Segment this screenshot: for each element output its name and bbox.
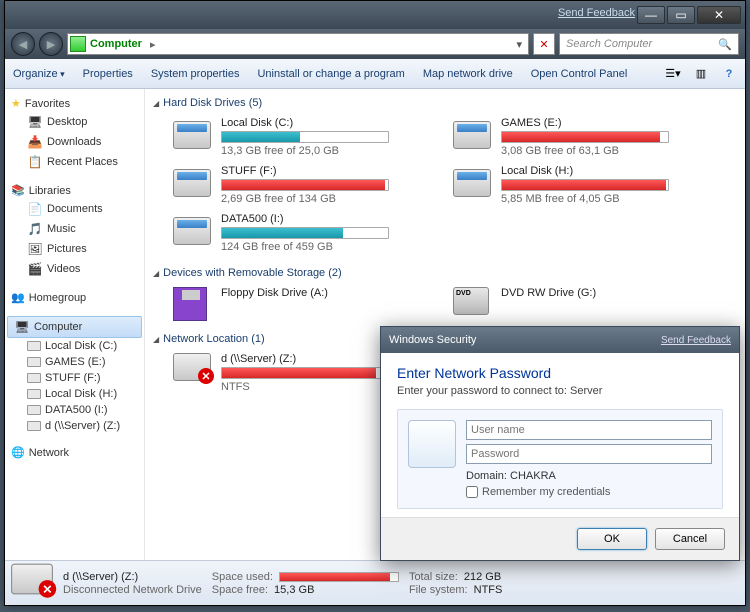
preview-pane-icon[interactable]: ▥ xyxy=(693,66,709,82)
toolbar: Organize Properties System properties Un… xyxy=(5,59,745,89)
stop-button[interactable]: ✕ xyxy=(533,33,555,55)
libraries-icon: 📚 xyxy=(11,184,25,197)
drive-c[interactable]: Local Disk (C:) 13,3 GB free of 25,0 GB xyxy=(173,117,433,157)
videos-icon: 🎬 xyxy=(27,261,43,277)
password-input[interactable] xyxy=(466,444,712,464)
drive-g[interactable]: DVD RW Drive (G:) xyxy=(453,287,713,319)
drive-icon xyxy=(27,405,41,415)
titlebar: Send Feedback — ▭ ✕ xyxy=(5,1,745,29)
navbar: ◀ ▶ Computer ▸ ▾ ✕ Search Computer 🔍 xyxy=(5,29,745,59)
drive-icon xyxy=(27,357,41,367)
back-button[interactable]: ◀ xyxy=(11,32,35,56)
dialog-subtext: Enter your password to connect to: Serve… xyxy=(397,385,723,397)
favorites-header[interactable]: ★Favorites xyxy=(5,95,144,112)
ok-button[interactable]: OK xyxy=(577,528,647,550)
sidebar-drive-h[interactable]: Local Disk (H:) xyxy=(5,386,144,402)
homegroup-icon: 👥 xyxy=(11,291,25,304)
statusbar-name: d (\\Server) (Z:) xyxy=(63,571,202,583)
forward-button[interactable]: ▶ xyxy=(39,32,63,56)
sidebar: ★Favorites 🖥Desktop 📥Downloads 📋Recent P… xyxy=(5,89,145,560)
homegroup-header[interactable]: 👥Homegroup xyxy=(5,289,144,306)
sidebar-item-desktop[interactable]: 🖥Desktop xyxy=(5,112,144,132)
dialog-title: Windows Security xyxy=(389,334,476,346)
network-header[interactable]: 🌐Network xyxy=(5,444,144,461)
music-icon: 🎵 xyxy=(27,221,43,237)
uninstall-button[interactable]: Uninstall or change a program xyxy=(257,68,404,80)
computer-icon xyxy=(14,319,30,335)
user-tile-icon xyxy=(408,420,456,468)
username-input[interactable] xyxy=(466,420,712,440)
statusbar: d (\\Server) (Z:) Disconnected Network D… xyxy=(5,560,745,605)
credentials-dialog: Windows Security Send Feedback Enter Net… xyxy=(380,326,740,561)
drive-h[interactable]: Local Disk (H:) 5,85 MB free of 4,05 GB xyxy=(453,165,713,205)
send-feedback-link[interactable]: Send Feedback xyxy=(558,7,635,19)
view-icon[interactable]: ☰▾ xyxy=(665,66,681,82)
network-icon: 🌐 xyxy=(11,446,25,459)
cancel-button[interactable]: Cancel xyxy=(655,528,725,550)
sidebar-item-recent[interactable]: 📋Recent Places xyxy=(5,152,144,172)
dialog-send-feedback[interactable]: Send Feedback xyxy=(661,335,731,346)
search-icon: 🔍 xyxy=(718,38,732,51)
downloads-icon: 📥 xyxy=(27,134,43,150)
sidebar-item-videos[interactable]: 🎬Videos xyxy=(5,259,144,279)
control-panel-button[interactable]: Open Control Panel xyxy=(531,68,628,80)
sidebar-item-pictures[interactable]: 🖼Pictures xyxy=(5,239,144,259)
documents-icon: 📄 xyxy=(27,201,43,217)
properties-button[interactable]: Properties xyxy=(83,68,133,80)
libraries-header[interactable]: 📚Libraries xyxy=(5,182,144,199)
organize-menu[interactable]: Organize xyxy=(13,68,65,80)
system-properties-button[interactable]: System properties xyxy=(151,68,240,80)
map-drive-button[interactable]: Map network drive xyxy=(423,68,513,80)
drive-a[interactable]: Floppy Disk Drive (A:) xyxy=(173,287,433,319)
sidebar-item-downloads[interactable]: 📥Downloads xyxy=(5,132,144,152)
section-removable[interactable]: Devices with Removable Storage (2) xyxy=(153,263,737,283)
computer-icon xyxy=(70,36,86,52)
drive-i[interactable]: DATA500 (I:) 124 GB free of 459 GB xyxy=(173,213,433,253)
section-hdd[interactable]: Hard Disk Drives (5) xyxy=(153,93,737,113)
sidebar-drive-i[interactable]: DATA500 (I:) xyxy=(5,402,144,418)
address-dropdown[interactable]: ▾ xyxy=(512,38,526,51)
drive-f[interactable]: STUFF (F:) 2,69 GB free of 134 GB xyxy=(173,165,433,205)
minimize-button[interactable]: — xyxy=(637,6,665,24)
dialog-heading: Enter Network Password xyxy=(397,365,723,381)
statusbar-type: Disconnected Network Drive xyxy=(63,584,202,596)
drive-icon xyxy=(27,389,41,399)
breadcrumb-arrow[interactable]: ▸ xyxy=(146,38,160,51)
statusbar-drive-icon xyxy=(13,565,53,601)
drive-e[interactable]: GAMES (E:) 3,08 GB free of 63,1 GB xyxy=(453,117,713,157)
pictures-icon: 🖼 xyxy=(27,241,43,257)
sidebar-item-music[interactable]: 🎵Music xyxy=(5,219,144,239)
help-icon[interactable]: ? xyxy=(721,66,737,82)
close-button[interactable]: ✕ xyxy=(697,6,741,24)
sidebar-drive-e[interactable]: GAMES (E:) xyxy=(5,354,144,370)
address-bar[interactable]: Computer ▸ ▾ xyxy=(67,33,529,55)
sidebar-item-computer[interactable]: Computer xyxy=(7,316,142,338)
drive-icon xyxy=(27,421,41,431)
search-placeholder: Search Computer xyxy=(566,38,652,50)
remember-checkbox[interactable]: Remember my credentials xyxy=(466,486,712,498)
star-icon: ★ xyxy=(11,97,21,110)
maximize-button[interactable]: ▭ xyxy=(667,6,695,24)
sidebar-item-documents[interactable]: 📄Documents xyxy=(5,199,144,219)
recent-icon: 📋 xyxy=(27,154,43,170)
sidebar-drive-z[interactable]: d (\\Server) (Z:) xyxy=(5,418,144,434)
address-text: Computer xyxy=(90,38,142,50)
drive-icon xyxy=(27,341,41,351)
search-input[interactable]: Search Computer 🔍 xyxy=(559,33,739,55)
desktop-icon: 🖥 xyxy=(27,114,43,130)
dialog-titlebar: Windows Security Send Feedback xyxy=(381,327,739,353)
sidebar-drive-f[interactable]: STUFF (F:) xyxy=(5,370,144,386)
credentials-box: Domain: CHAKRA Remember my credentials xyxy=(397,409,723,509)
sidebar-drive-c[interactable]: Local Disk (C:) xyxy=(5,338,144,354)
drive-icon xyxy=(27,373,41,383)
domain-label: Domain: CHAKRA xyxy=(466,470,712,482)
